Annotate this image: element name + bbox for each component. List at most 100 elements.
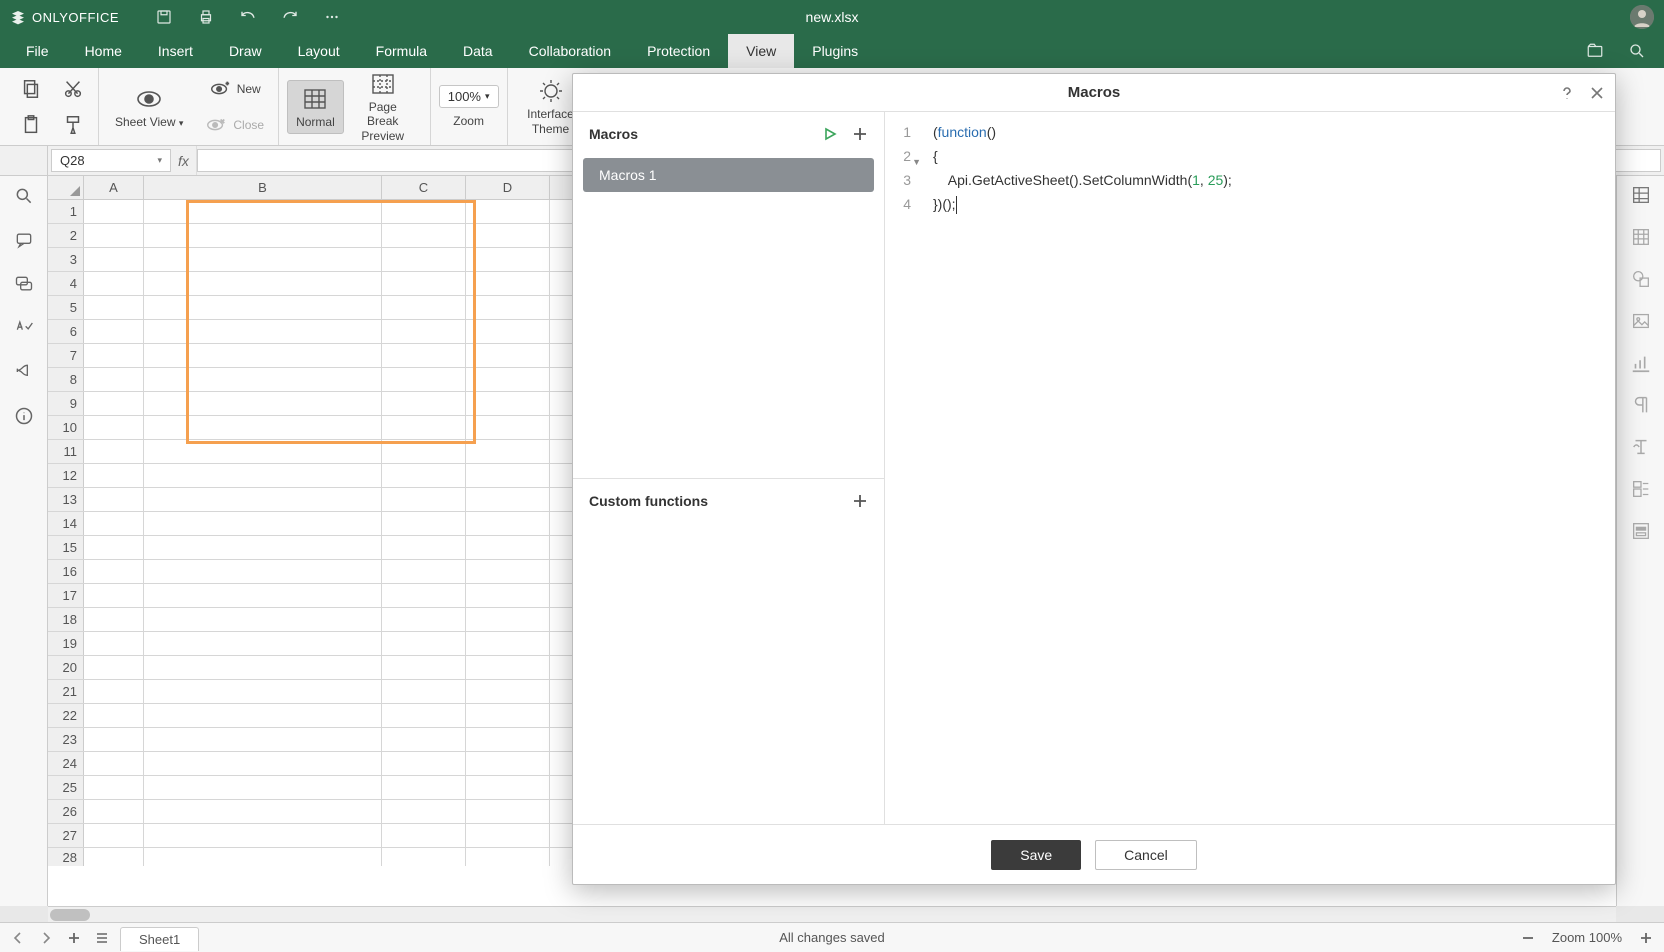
- code-editor[interactable]: 1 2▼ 3 4 (function() { Api.GetActiveShee…: [885, 112, 1615, 824]
- cell[interactable]: [144, 488, 382, 511]
- sheet-prev-icon[interactable]: [10, 930, 26, 946]
- cell[interactable]: [382, 248, 466, 271]
- user-avatar[interactable]: [1630, 5, 1654, 29]
- redo-icon[interactable]: [281, 8, 299, 26]
- row-header[interactable]: 26: [48, 800, 84, 823]
- column-header[interactable]: D: [466, 176, 550, 199]
- name-box[interactable]: Q28 ▾: [51, 149, 171, 172]
- cell[interactable]: [382, 224, 466, 247]
- zoom-in-icon[interactable]: [1638, 930, 1654, 946]
- menu-layout[interactable]: Layout: [280, 34, 358, 68]
- row-header[interactable]: 6: [48, 320, 84, 343]
- cell[interactable]: [382, 608, 466, 631]
- close-view-button[interactable]: Close: [199, 110, 270, 140]
- cell[interactable]: [144, 272, 382, 295]
- row-header[interactable]: 28: [48, 848, 84, 866]
- cell[interactable]: [144, 584, 382, 607]
- spellcheck-icon[interactable]: [14, 318, 34, 338]
- cell[interactable]: [466, 824, 550, 847]
- cell[interactable]: [466, 776, 550, 799]
- cell[interactable]: [84, 416, 144, 439]
- feedback-icon[interactable]: [14, 362, 34, 382]
- cell[interactable]: [84, 200, 144, 223]
- page-break-preview-button[interactable]: Page Break Preview: [344, 66, 422, 147]
- column-header[interactable]: C: [382, 176, 466, 199]
- menu-insert[interactable]: Insert: [140, 34, 211, 68]
- cell[interactable]: [382, 728, 466, 751]
- menu-draw[interactable]: Draw: [211, 34, 280, 68]
- cell[interactable]: [84, 800, 144, 823]
- cell[interactable]: [84, 248, 144, 271]
- macro-list-item[interactable]: Macros 1: [583, 158, 874, 192]
- row-header[interactable]: 23: [48, 728, 84, 751]
- cell[interactable]: [466, 800, 550, 823]
- cell[interactable]: [466, 368, 550, 391]
- cell[interactable]: [84, 728, 144, 751]
- cell[interactable]: [466, 224, 550, 247]
- format-painter-icon[interactable]: [56, 110, 90, 140]
- cell[interactable]: [144, 776, 382, 799]
- row-header[interactable]: 9: [48, 392, 84, 415]
- cell[interactable]: [382, 440, 466, 463]
- sheet-tab[interactable]: Sheet1: [120, 927, 199, 951]
- cell[interactable]: [382, 704, 466, 727]
- cell[interactable]: [466, 632, 550, 655]
- cell[interactable]: [84, 752, 144, 775]
- cell[interactable]: [144, 248, 382, 271]
- row-header[interactable]: 25: [48, 776, 84, 799]
- cell[interactable]: [382, 632, 466, 655]
- cell[interactable]: [466, 440, 550, 463]
- menu-file[interactable]: File: [8, 34, 67, 68]
- fold-icon[interactable]: ▼: [912, 150, 921, 174]
- cell[interactable]: [84, 440, 144, 463]
- save-icon[interactable]: [155, 8, 173, 26]
- row-header[interactable]: 10: [48, 416, 84, 439]
- cell[interactable]: [84, 848, 144, 866]
- cell[interactable]: [382, 536, 466, 559]
- add-custom-function-icon[interactable]: [852, 493, 868, 509]
- open-location-icon[interactable]: [1586, 42, 1604, 60]
- cancel-button[interactable]: Cancel: [1095, 840, 1197, 870]
- cell[interactable]: [382, 320, 466, 343]
- cell[interactable]: [466, 392, 550, 415]
- cell[interactable]: [382, 272, 466, 295]
- add-macro-icon[interactable]: [852, 126, 868, 142]
- cell[interactable]: [144, 560, 382, 583]
- cell[interactable]: [144, 704, 382, 727]
- table-settings-icon[interactable]: [1630, 226, 1652, 248]
- shape-settings-icon[interactable]: [1630, 268, 1652, 290]
- chat-icon[interactable]: [14, 274, 34, 294]
- menu-formula[interactable]: Formula: [358, 34, 445, 68]
- cell[interactable]: [382, 680, 466, 703]
- cell[interactable]: [84, 272, 144, 295]
- add-sheet-icon[interactable]: [66, 930, 82, 946]
- cell[interactable]: [144, 296, 382, 319]
- menu-view[interactable]: View: [728, 34, 794, 68]
- menu-protection[interactable]: Protection: [629, 34, 728, 68]
- cell[interactable]: [84, 704, 144, 727]
- cell[interactable]: [144, 200, 382, 223]
- cell[interactable]: [382, 776, 466, 799]
- cell[interactable]: [466, 608, 550, 631]
- cell-settings-icon[interactable]: [1630, 184, 1652, 206]
- cell[interactable]: [382, 464, 466, 487]
- slicer-settings-icon[interactable]: [1630, 520, 1652, 542]
- cell[interactable]: [382, 656, 466, 679]
- close-icon[interactable]: [1589, 85, 1605, 101]
- row-header[interactable]: 11: [48, 440, 84, 463]
- cell[interactable]: [84, 296, 144, 319]
- cell[interactable]: [144, 416, 382, 439]
- cell[interactable]: [84, 560, 144, 583]
- more-icon[interactable]: [323, 8, 341, 26]
- cell[interactable]: [84, 224, 144, 247]
- cell[interactable]: [84, 464, 144, 487]
- cell[interactable]: [466, 416, 550, 439]
- row-header[interactable]: 16: [48, 560, 84, 583]
- cell[interactable]: [144, 368, 382, 391]
- horizontal-scrollbar[interactable]: [48, 906, 1616, 922]
- cell[interactable]: [382, 560, 466, 583]
- cell[interactable]: [466, 752, 550, 775]
- cell[interactable]: [466, 848, 550, 866]
- normal-view-button[interactable]: Normal: [287, 80, 344, 134]
- row-header[interactable]: 12: [48, 464, 84, 487]
